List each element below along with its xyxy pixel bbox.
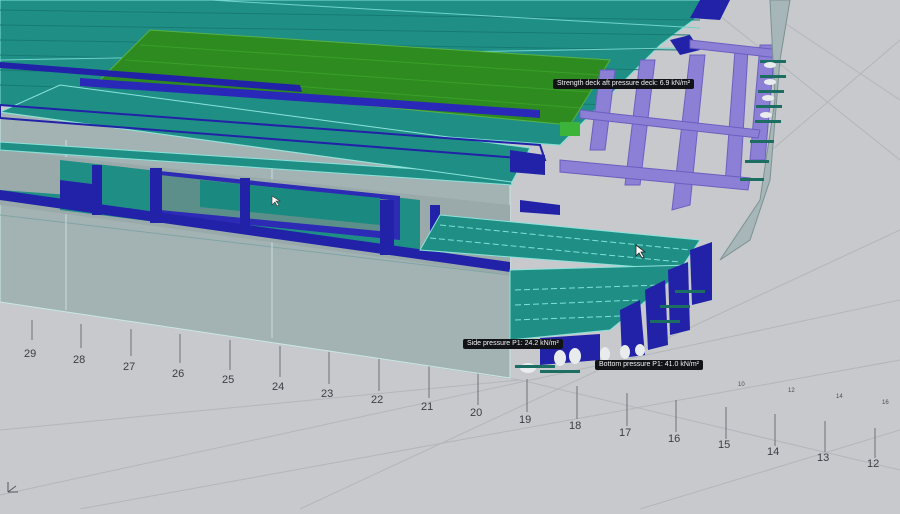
frame-label: 12 — [867, 458, 879, 470]
axis-label: 10 — [738, 382, 745, 388]
frame-label: 19 — [519, 414, 531, 426]
frame-label: 16 — [668, 433, 680, 445]
hull-model-view[interactable]: 29 28 27 26 25 24 23 22 21 20 19 18 17 1… — [0, 0, 900, 510]
frame-label: 23 — [321, 388, 333, 400]
axis-triad-icon — [7, 482, 18, 493]
side-pressure-label: Side pressure P1: 24.2 kN/m² — [463, 339, 563, 349]
frame-label: 22 — [371, 394, 383, 406]
strength-deck-pressure-label: Strength deck aft pressure deck: 6.9 kN/… — [553, 79, 695, 89]
frame-label: 29 — [24, 348, 36, 360]
frame-label: 18 — [569, 420, 581, 432]
frame-label: 26 — [172, 368, 184, 380]
frame-label: 28 — [73, 354, 85, 366]
axis-label: 16 — [882, 400, 889, 406]
frame-label: 14 — [767, 446, 779, 458]
frame-label: 24 — [272, 381, 284, 393]
axis-label: 14 — [836, 394, 843, 400]
frame-label: 20 — [470, 407, 482, 419]
frame-label: 21 — [421, 401, 433, 413]
hull-model[interactable] — [0, 0, 791, 379]
frame-label: 17 — [619, 427, 631, 439]
frame-label: 13 — [817, 452, 829, 464]
frame-label: 25 — [222, 374, 234, 386]
frame-label: 27 — [123, 361, 135, 373]
bottom-pressure-label: Bottom pressure P1: 41.0 kN/m² — [595, 360, 703, 370]
frame-label: 15 — [718, 439, 730, 451]
3d-viewport[interactable]: 29 28 27 26 25 24 23 22 21 20 19 18 17 1… — [0, 0, 900, 510]
axis-label: 12 — [788, 388, 795, 394]
